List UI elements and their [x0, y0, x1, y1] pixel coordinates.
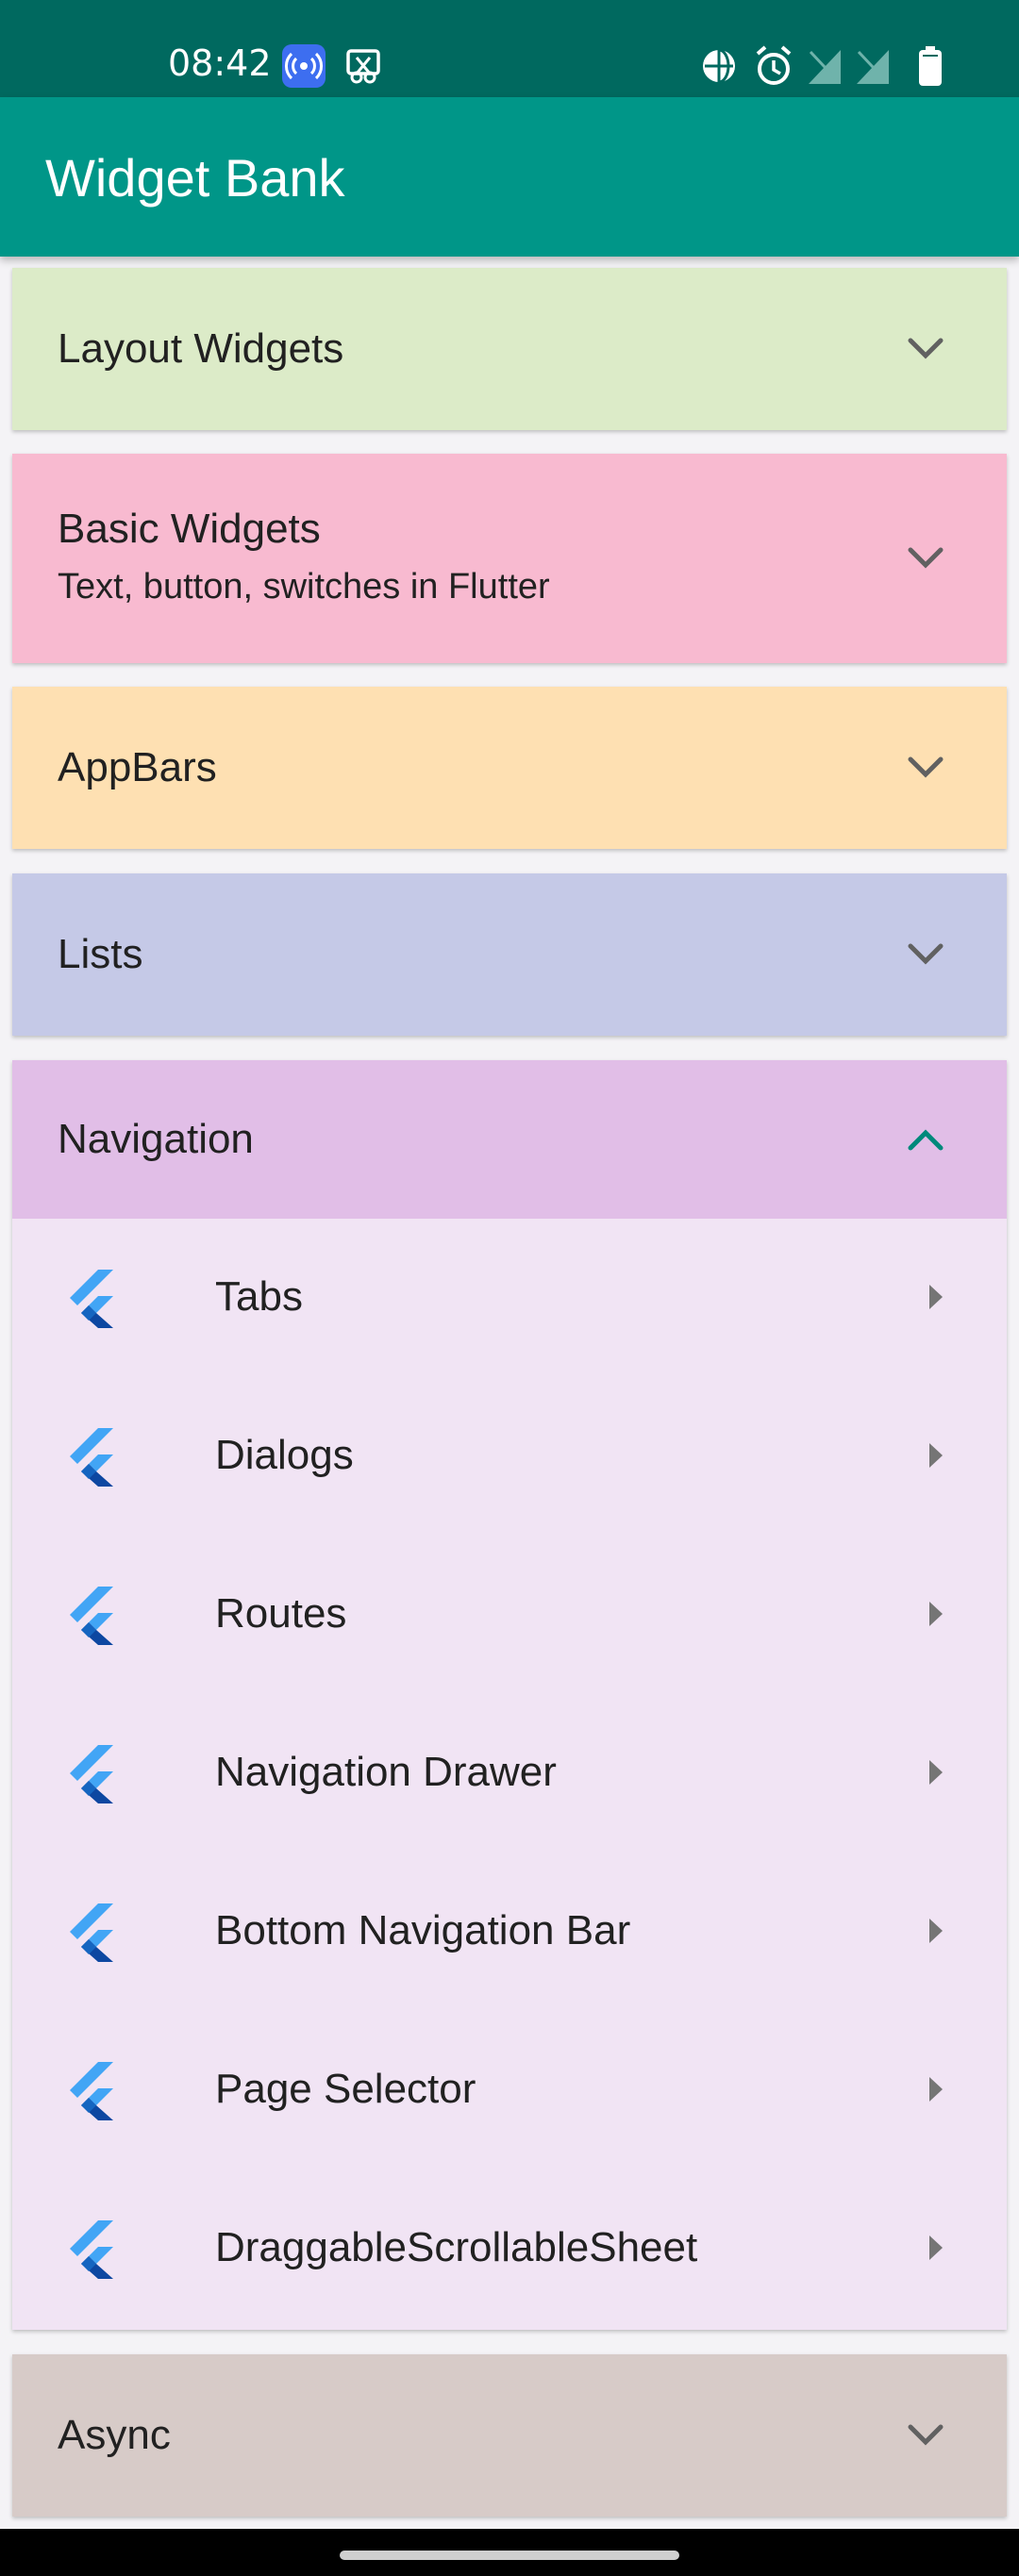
hotspot-icon — [282, 44, 326, 88]
list-item-label: Bottom Navigation Bar — [215, 1907, 631, 1953]
list-item-bottom-navigation-bar[interactable]: Bottom Navigation Bar — [12, 1853, 1007, 2011]
category-title: Async — [58, 2412, 171, 2458]
flutter-logo-icon — [70, 1270, 113, 1328]
category-subtitle: Text, button, switches in Flutter — [58, 567, 550, 607]
arrow-right-icon — [929, 1443, 943, 1468]
list-item-label: DraggableScrollableSheet — [215, 2224, 698, 2270]
system-navigation-bar — [0, 2529, 1019, 2576]
flutter-logo-icon — [70, 2220, 113, 2279]
status-bar: 08:42 — [0, 0, 1019, 97]
chevron-down-icon[interactable] — [905, 940, 946, 969]
signal-off-icon — [855, 44, 891, 88]
chevron-down-icon[interactable] — [905, 754, 946, 782]
app-title: Widget Bank — [45, 148, 345, 208]
chevron-up-icon[interactable] — [905, 1125, 946, 1154]
flutter-logo-icon — [70, 1745, 113, 1803]
signal-off-icon — [807, 44, 843, 88]
chevron-down-icon[interactable] — [905, 335, 946, 363]
arrow-right-icon — [929, 1919, 943, 1943]
list-item-draggable-scrollable-sheet[interactable]: DraggableScrollableSheet — [12, 2169, 1007, 2328]
category-title: Layout Widgets — [58, 325, 344, 372]
arrow-right-icon — [929, 2077, 943, 2102]
category-header[interactable]: Basic Widgets Text, button, switches in … — [12, 454, 1007, 663]
category-header[interactable]: Lists — [12, 873, 1007, 1036]
category-header[interactable]: AppBars — [12, 687, 1007, 849]
arrow-right-icon — [929, 1602, 943, 1626]
chevron-down-icon[interactable] — [905, 544, 946, 573]
category-title: Navigation — [58, 1116, 254, 1162]
flutter-logo-icon — [70, 1428, 113, 1487]
list-item-label: Page Selector — [215, 2066, 476, 2112]
category-navigation[interactable]: Navigation Tabs Dialogs Routes Navigatio… — [12, 1060, 1007, 2330]
list-item-label: Dialogs — [215, 1432, 354, 1478]
app-bar: Widget Bank — [0, 97, 1019, 257]
list-item-label: Routes — [215, 1590, 347, 1637]
alarm-icon — [754, 44, 793, 88]
flutter-logo-icon — [70, 1587, 113, 1645]
list-item-page-selector[interactable]: Page Selector — [12, 2011, 1007, 2169]
flutter-logo-icon — [70, 2062, 113, 2120]
chevron-down-icon[interactable] — [905, 2421, 946, 2450]
category-header[interactable]: Navigation — [12, 1060, 1007, 1219]
category-appbars[interactable]: AppBars — [12, 687, 1007, 849]
category-title: Basic Widgets — [58, 506, 321, 552]
vpn-icon — [700, 44, 738, 88]
status-time: 08:42 — [168, 42, 272, 84]
home-gesture-handle[interactable] — [340, 2551, 679, 2560]
list-item-navigation-drawer[interactable]: Navigation Drawer — [12, 1694, 1007, 1853]
list-item-tabs[interactable]: Tabs — [12, 1219, 1007, 1377]
category-title: AppBars — [58, 744, 217, 790]
list-item-label: Navigation Drawer — [215, 1749, 557, 1795]
arrow-right-icon — [929, 1760, 943, 1785]
category-title: Lists — [58, 931, 143, 977]
category-async[interactable]: Async — [12, 2354, 1007, 2517]
category-basic-widgets[interactable]: Basic Widgets Text, button, switches in … — [12, 454, 1007, 663]
screenshot-icon — [343, 46, 383, 86]
category-lists[interactable]: Lists — [12, 873, 1007, 1036]
list-item-dialogs[interactable]: Dialogs — [12, 1377, 1007, 1536]
flutter-logo-icon — [70, 1903, 113, 1962]
battery-icon — [917, 44, 944, 88]
list-item-routes[interactable]: Routes — [12, 1536, 1007, 1694]
category-header[interactable]: Layout Widgets — [12, 268, 1007, 430]
arrow-right-icon — [929, 1285, 943, 1309]
list-item-label: Tabs — [215, 1273, 303, 1320]
arrow-right-icon — [929, 2235, 943, 2260]
category-layout-widgets[interactable]: Layout Widgets — [12, 268, 1007, 430]
category-header[interactable]: Async — [12, 2354, 1007, 2517]
